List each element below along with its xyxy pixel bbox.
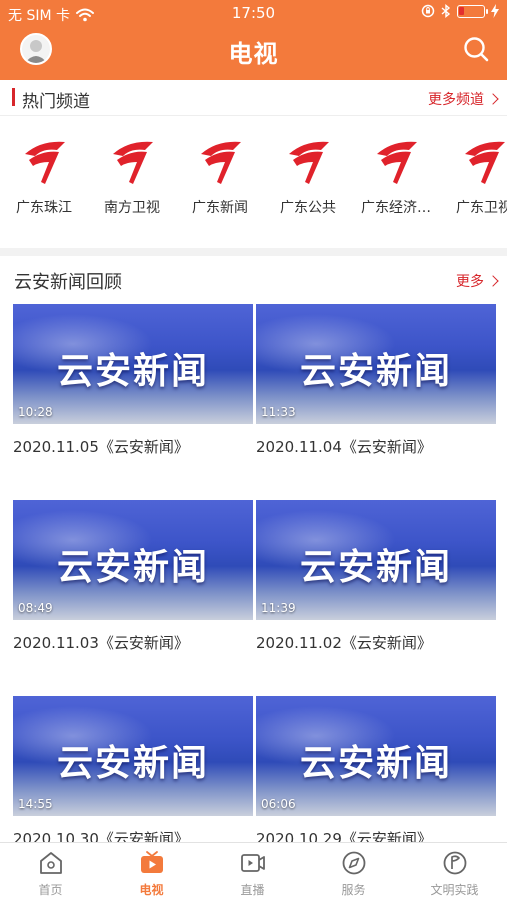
hot-channels-header: 热门频道 更多频道 xyxy=(0,80,507,116)
bluetooth-icon xyxy=(441,4,451,18)
video-caption: 2020.11.02《云安新闻》 xyxy=(256,634,432,652)
channel-name: 广东卫视 xyxy=(456,200,507,216)
channel-name: 广东公共 xyxy=(280,200,336,216)
page-title: 电视 xyxy=(228,40,279,68)
video-thumbnail: 云安新闻 14:55 xyxy=(13,696,253,816)
channel-item[interactable]: 南方卫视 xyxy=(88,130,176,230)
chevron-right-icon xyxy=(487,93,499,105)
status-bar: 无 SIM 卡 17:50 xyxy=(0,0,507,26)
thumbnail-logo-text: 云安新闻 xyxy=(56,351,209,392)
channel-item[interactable]: 广东珠江 xyxy=(0,130,88,230)
channel-name: 广东珠江 xyxy=(16,200,72,216)
search-button[interactable] xyxy=(461,34,491,64)
tab-live[interactable]: 直播 xyxy=(202,843,303,900)
channel-logo-icon xyxy=(113,141,153,184)
more-news-link[interactable]: 更多 xyxy=(456,271,499,291)
channel-list: 广东珠江 南方卫视 广东新闻 广东公共 广东经济… 广东卫视 xyxy=(0,130,507,230)
video-caption: 2020.11.05《云安新闻》 xyxy=(13,438,189,456)
more-channels-link[interactable]: 更多频道 xyxy=(428,89,499,109)
thumbnail-logo-text: 云安新闻 xyxy=(299,547,452,588)
section-accent-bar xyxy=(12,88,15,106)
video-camera-icon xyxy=(241,854,265,872)
video-duration: 10:28 xyxy=(18,405,53,419)
channel-item[interactable]: 广东经济… xyxy=(352,130,440,230)
search-icon xyxy=(464,37,489,62)
tab-label: 服务 xyxy=(341,883,366,897)
channel-item[interactable]: 广东卫视 xyxy=(440,130,507,230)
tv-page: 无 SIM 卡 17:50 电视 热门频道 更多频道 广东珠江 南方卫视 广东新… xyxy=(0,0,507,900)
flag-icon xyxy=(443,851,467,875)
channel-logo-icon xyxy=(201,141,241,184)
channel-logo-icon xyxy=(25,141,65,184)
chevron-right-icon xyxy=(487,275,499,287)
bottom-tab-bar: 首页 电视 直播 服务 文明实践 xyxy=(0,842,507,900)
section-divider xyxy=(0,248,507,256)
video-thumbnail: 云安新闻 06:06 xyxy=(256,696,496,816)
channel-item[interactable]: 广东公共 xyxy=(264,130,352,230)
channel-logo-icon xyxy=(289,141,329,184)
channel-name: 广东经济… xyxy=(361,200,431,216)
compass-icon xyxy=(342,851,366,875)
tab-label: 直播 xyxy=(240,883,265,897)
news-review-header: 云安新闻回顾 更多 xyxy=(0,262,507,298)
video-duration: 14:55 xyxy=(18,797,53,811)
hot-channels-title: 热门频道 xyxy=(22,92,90,112)
channel-logo-icon xyxy=(377,141,417,184)
video-duration: 06:06 xyxy=(261,797,296,811)
thumbnail-logo-text: 云安新闻 xyxy=(56,743,209,784)
thumbnail-logo-text: 云安新闻 xyxy=(299,351,452,392)
title-bar: 电视 xyxy=(0,26,507,80)
tab-civilization[interactable]: 文明实践 xyxy=(404,843,505,900)
channel-name: 南方卫视 xyxy=(104,200,160,216)
thumbnail-logo-text: 云安新闻 xyxy=(299,743,452,784)
thumbnail-logo-text: 云安新闻 xyxy=(56,547,209,588)
video-thumbnail: 云安新闻 11:33 xyxy=(256,304,496,424)
channel-name: 广东新闻 xyxy=(192,200,248,216)
video-caption: 2020.11.03《云安新闻》 xyxy=(13,634,189,652)
orientation-lock-icon xyxy=(421,4,435,18)
tab-home[interactable]: 首页 xyxy=(0,843,101,900)
video-grid: 云安新闻 10:28 2020.11.05《云安新闻》 云安新闻 11:33 2… xyxy=(0,304,507,844)
battery-icon xyxy=(457,4,488,18)
news-review-title: 云安新闻回顾 xyxy=(14,272,122,293)
video-duration: 11:33 xyxy=(261,405,296,419)
tab-label: 电视 xyxy=(139,883,164,897)
tab-tv[interactable]: 电视 xyxy=(101,843,202,900)
video-duration: 08:49 xyxy=(18,601,53,615)
home-icon xyxy=(40,852,62,874)
top-header: 无 SIM 卡 17:50 电视 xyxy=(0,0,507,80)
charging-icon xyxy=(491,4,499,18)
video-thumbnail: 云安新闻 10:28 xyxy=(13,304,253,424)
tab-label: 首页 xyxy=(38,883,63,897)
tv-icon xyxy=(141,851,163,873)
video-thumbnail: 云安新闻 08:49 xyxy=(13,500,253,620)
video-caption: 2020.11.04《云安新闻》 xyxy=(256,438,432,456)
channel-item[interactable]: 广东新闻 xyxy=(176,130,264,230)
channel-logo-icon xyxy=(465,141,505,184)
video-thumbnail: 云安新闻 11:39 xyxy=(256,500,496,620)
tab-label: 文明实践 xyxy=(430,883,479,897)
tab-service[interactable]: 服务 xyxy=(303,843,404,900)
video-duration: 11:39 xyxy=(261,601,296,615)
